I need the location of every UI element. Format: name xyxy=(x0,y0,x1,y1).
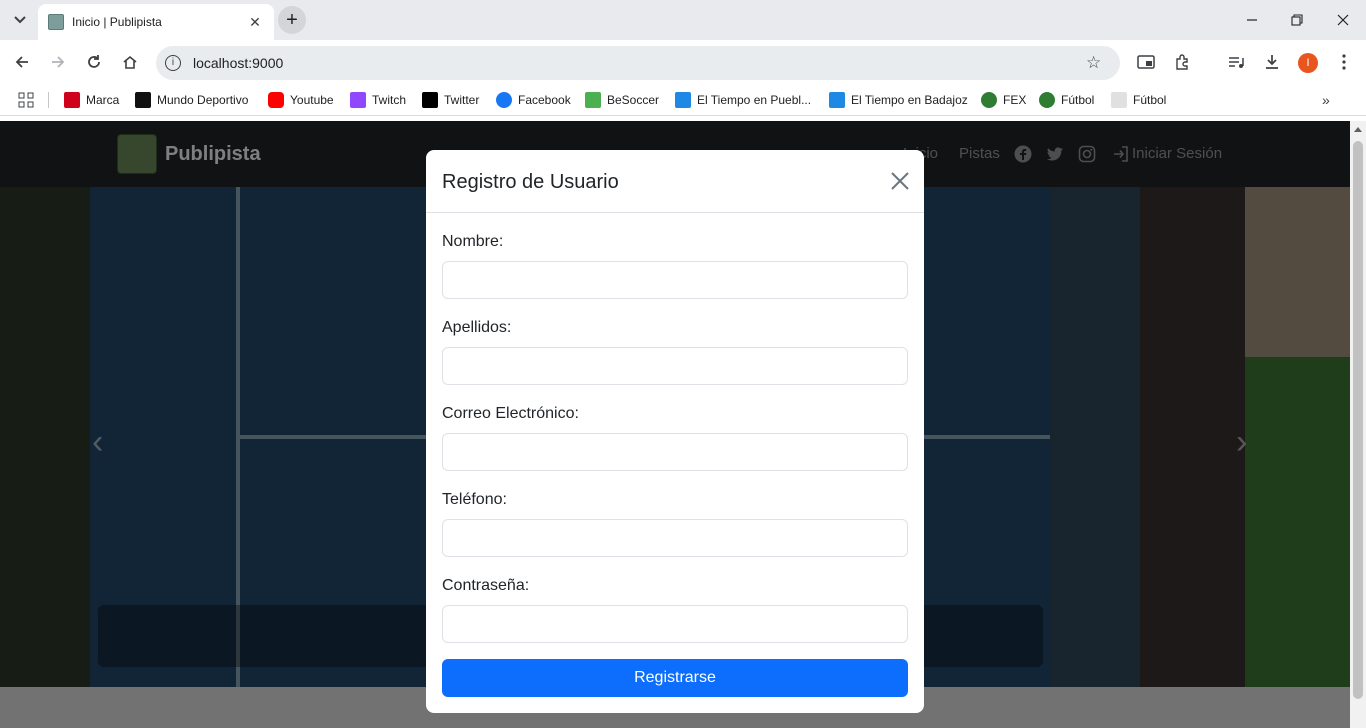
twitch-icon xyxy=(350,92,366,108)
extensions-icon[interactable] xyxy=(1172,52,1192,72)
download-icon[interactable] xyxy=(1262,52,1282,72)
page-scrollbar[interactable] xyxy=(1350,121,1366,728)
bookmark-futbol-2[interactable]: Fútbol xyxy=(1111,92,1166,108)
url-text: localhost:9000 xyxy=(193,55,284,71)
register-button[interactable]: Registrarse xyxy=(442,659,908,697)
back-arrow-icon[interactable] xyxy=(12,52,32,72)
bookmark-label: Twitch xyxy=(372,93,407,107)
browser-toolbar: i localhost:9000 ☆ I xyxy=(0,40,1366,84)
bookmark-marca[interactable]: Marca xyxy=(64,92,119,108)
close-icon[interactable] xyxy=(890,171,910,191)
besoccer-icon xyxy=(585,92,601,108)
tab-title: Inicio | Publipista xyxy=(72,15,162,29)
reload-icon[interactable] xyxy=(84,52,104,72)
apellidos-label: Apellidos: xyxy=(442,319,512,336)
bookmark-futbol-1[interactable]: Fútbol xyxy=(1039,92,1094,108)
youtube-icon xyxy=(268,92,284,108)
minimize-icon[interactable] xyxy=(1242,10,1262,30)
telefono-input[interactable] xyxy=(442,519,908,557)
fex-icon xyxy=(981,92,997,108)
password-input[interactable] xyxy=(442,605,908,643)
apps-grid-icon[interactable] xyxy=(18,92,34,108)
bookmarks-overflow-icon[interactable]: » xyxy=(1322,92,1330,108)
forward-arrow-icon[interactable] xyxy=(48,52,68,72)
bookmark-label: Facebook xyxy=(518,93,571,107)
eltiempo-icon xyxy=(675,92,691,108)
bookmark-label: Twitter xyxy=(444,93,480,107)
bookmark-label: Fútbol xyxy=(1133,93,1167,107)
apellidos-input[interactable] xyxy=(442,347,908,385)
bookmark-eltiempo-puebla[interactable]: El Tiempo en Puebl... xyxy=(675,92,811,108)
x-icon xyxy=(422,92,438,108)
bookmark-mundo-deportivo[interactable]: Mundo Deportivo xyxy=(135,92,248,108)
facebook-icon xyxy=(496,92,512,108)
password-label: Contraseña: xyxy=(442,577,530,594)
registration-modal: Registro de Usuario Nombre: Apellidos: C… xyxy=(426,150,924,713)
nombre-input[interactable] xyxy=(442,261,908,299)
email-input[interactable] xyxy=(442,433,908,471)
football-icon xyxy=(1039,92,1055,108)
marca-icon xyxy=(64,92,80,108)
bookmark-youtube[interactable]: Youtube xyxy=(268,92,334,108)
bookmark-twitch[interactable]: Twitch xyxy=(350,92,406,108)
window-close-icon[interactable] xyxy=(1333,10,1353,30)
browser-tab-strip: Inicio | Publipista ✕ + xyxy=(0,0,1366,40)
eltiempo-icon xyxy=(829,92,845,108)
bookmark-twitter[interactable]: Twitter xyxy=(422,92,479,108)
bookmarks-bar: Marca Mundo Deportivo Youtube Twitch Twi… xyxy=(0,84,1366,116)
more-menu-icon[interactable] xyxy=(1334,52,1354,72)
media-queue-icon[interactable] xyxy=(1226,52,1246,72)
cast-icon[interactable] xyxy=(1136,52,1156,72)
new-tab-plus-icon[interactable]: + xyxy=(278,6,306,34)
home-icon[interactable] xyxy=(120,52,140,72)
site-info-icon[interactable]: i xyxy=(165,55,181,71)
browser-tab-active[interactable]: Inicio | Publipista ✕ xyxy=(38,4,274,40)
scroll-up-icon[interactable] xyxy=(1354,127,1362,132)
bookmark-eltiempo-badajoz[interactable]: El Tiempo en Badajoz xyxy=(829,92,968,108)
modal-header: Registro de Usuario xyxy=(426,150,924,213)
telefono-label: Teléfono: xyxy=(442,491,507,508)
bookmark-star-icon[interactable]: ☆ xyxy=(1086,54,1101,71)
tab-search-chevron-icon[interactable] xyxy=(8,8,32,32)
bookmark-label: Youtube xyxy=(290,93,334,107)
bookmark-label: El Tiempo en Puebl... xyxy=(697,93,812,107)
profile-avatar[interactable]: I xyxy=(1298,53,1318,73)
nombre-label: Nombre: xyxy=(442,233,504,250)
bookmark-facebook[interactable]: Facebook xyxy=(496,92,571,108)
page-icon xyxy=(1111,92,1127,108)
bookmarks-divider xyxy=(48,92,49,108)
site-favicon-icon xyxy=(48,14,64,30)
mundo-deportivo-icon xyxy=(135,92,151,108)
bookmark-besoccer[interactable]: BeSoccer xyxy=(585,92,659,108)
bookmark-label: Fútbol xyxy=(1061,93,1095,107)
bookmark-label: FEX xyxy=(1003,93,1027,107)
bookmark-label: BeSoccer xyxy=(607,93,660,107)
bookmark-fex[interactable]: FEX xyxy=(981,92,1026,108)
modal-title: Registro de Usuario xyxy=(442,171,619,193)
bookmark-label: El Tiempo en Badajoz xyxy=(851,93,968,107)
email-label: Correo Electrónico: xyxy=(442,405,579,422)
address-bar[interactable]: i localhost:9000 ☆ xyxy=(156,46,1120,80)
scrollbar-thumb[interactable] xyxy=(1353,141,1363,699)
bookmark-label: Marca xyxy=(86,93,120,107)
tab-close-icon[interactable]: ✕ xyxy=(246,14,264,31)
bookmark-label: Mundo Deportivo xyxy=(157,93,249,107)
restore-icon[interactable] xyxy=(1287,10,1307,30)
